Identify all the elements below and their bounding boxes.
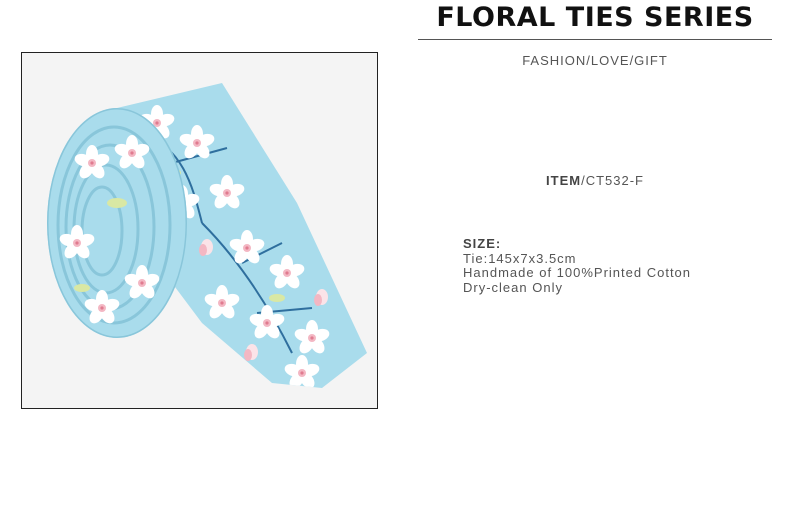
material-text: Handmade of 100%Printed Cotton: [463, 265, 692, 280]
item-value: /CT532-F: [581, 173, 644, 188]
series-title: FLORAL TIES SERIES: [436, 2, 754, 33]
title-divider: [418, 39, 772, 40]
item-code: ITEM/CT532-F: [418, 173, 772, 188]
size-label: SIZE:: [463, 236, 502, 251]
care-text: Dry-clean Only: [463, 279, 563, 295]
floral-tie-image: [22, 53, 377, 408]
item-label: ITEM: [546, 173, 582, 188]
product-photo: [21, 52, 378, 409]
product-specs: SIZE: Tie:145x7x3.5cm Handmade of 100%Pr…: [463, 236, 692, 295]
size-value: Tie:145x7x3.5cm: [463, 250, 577, 266]
tagline: FASHION/LOVE/GIFT: [522, 53, 668, 68]
